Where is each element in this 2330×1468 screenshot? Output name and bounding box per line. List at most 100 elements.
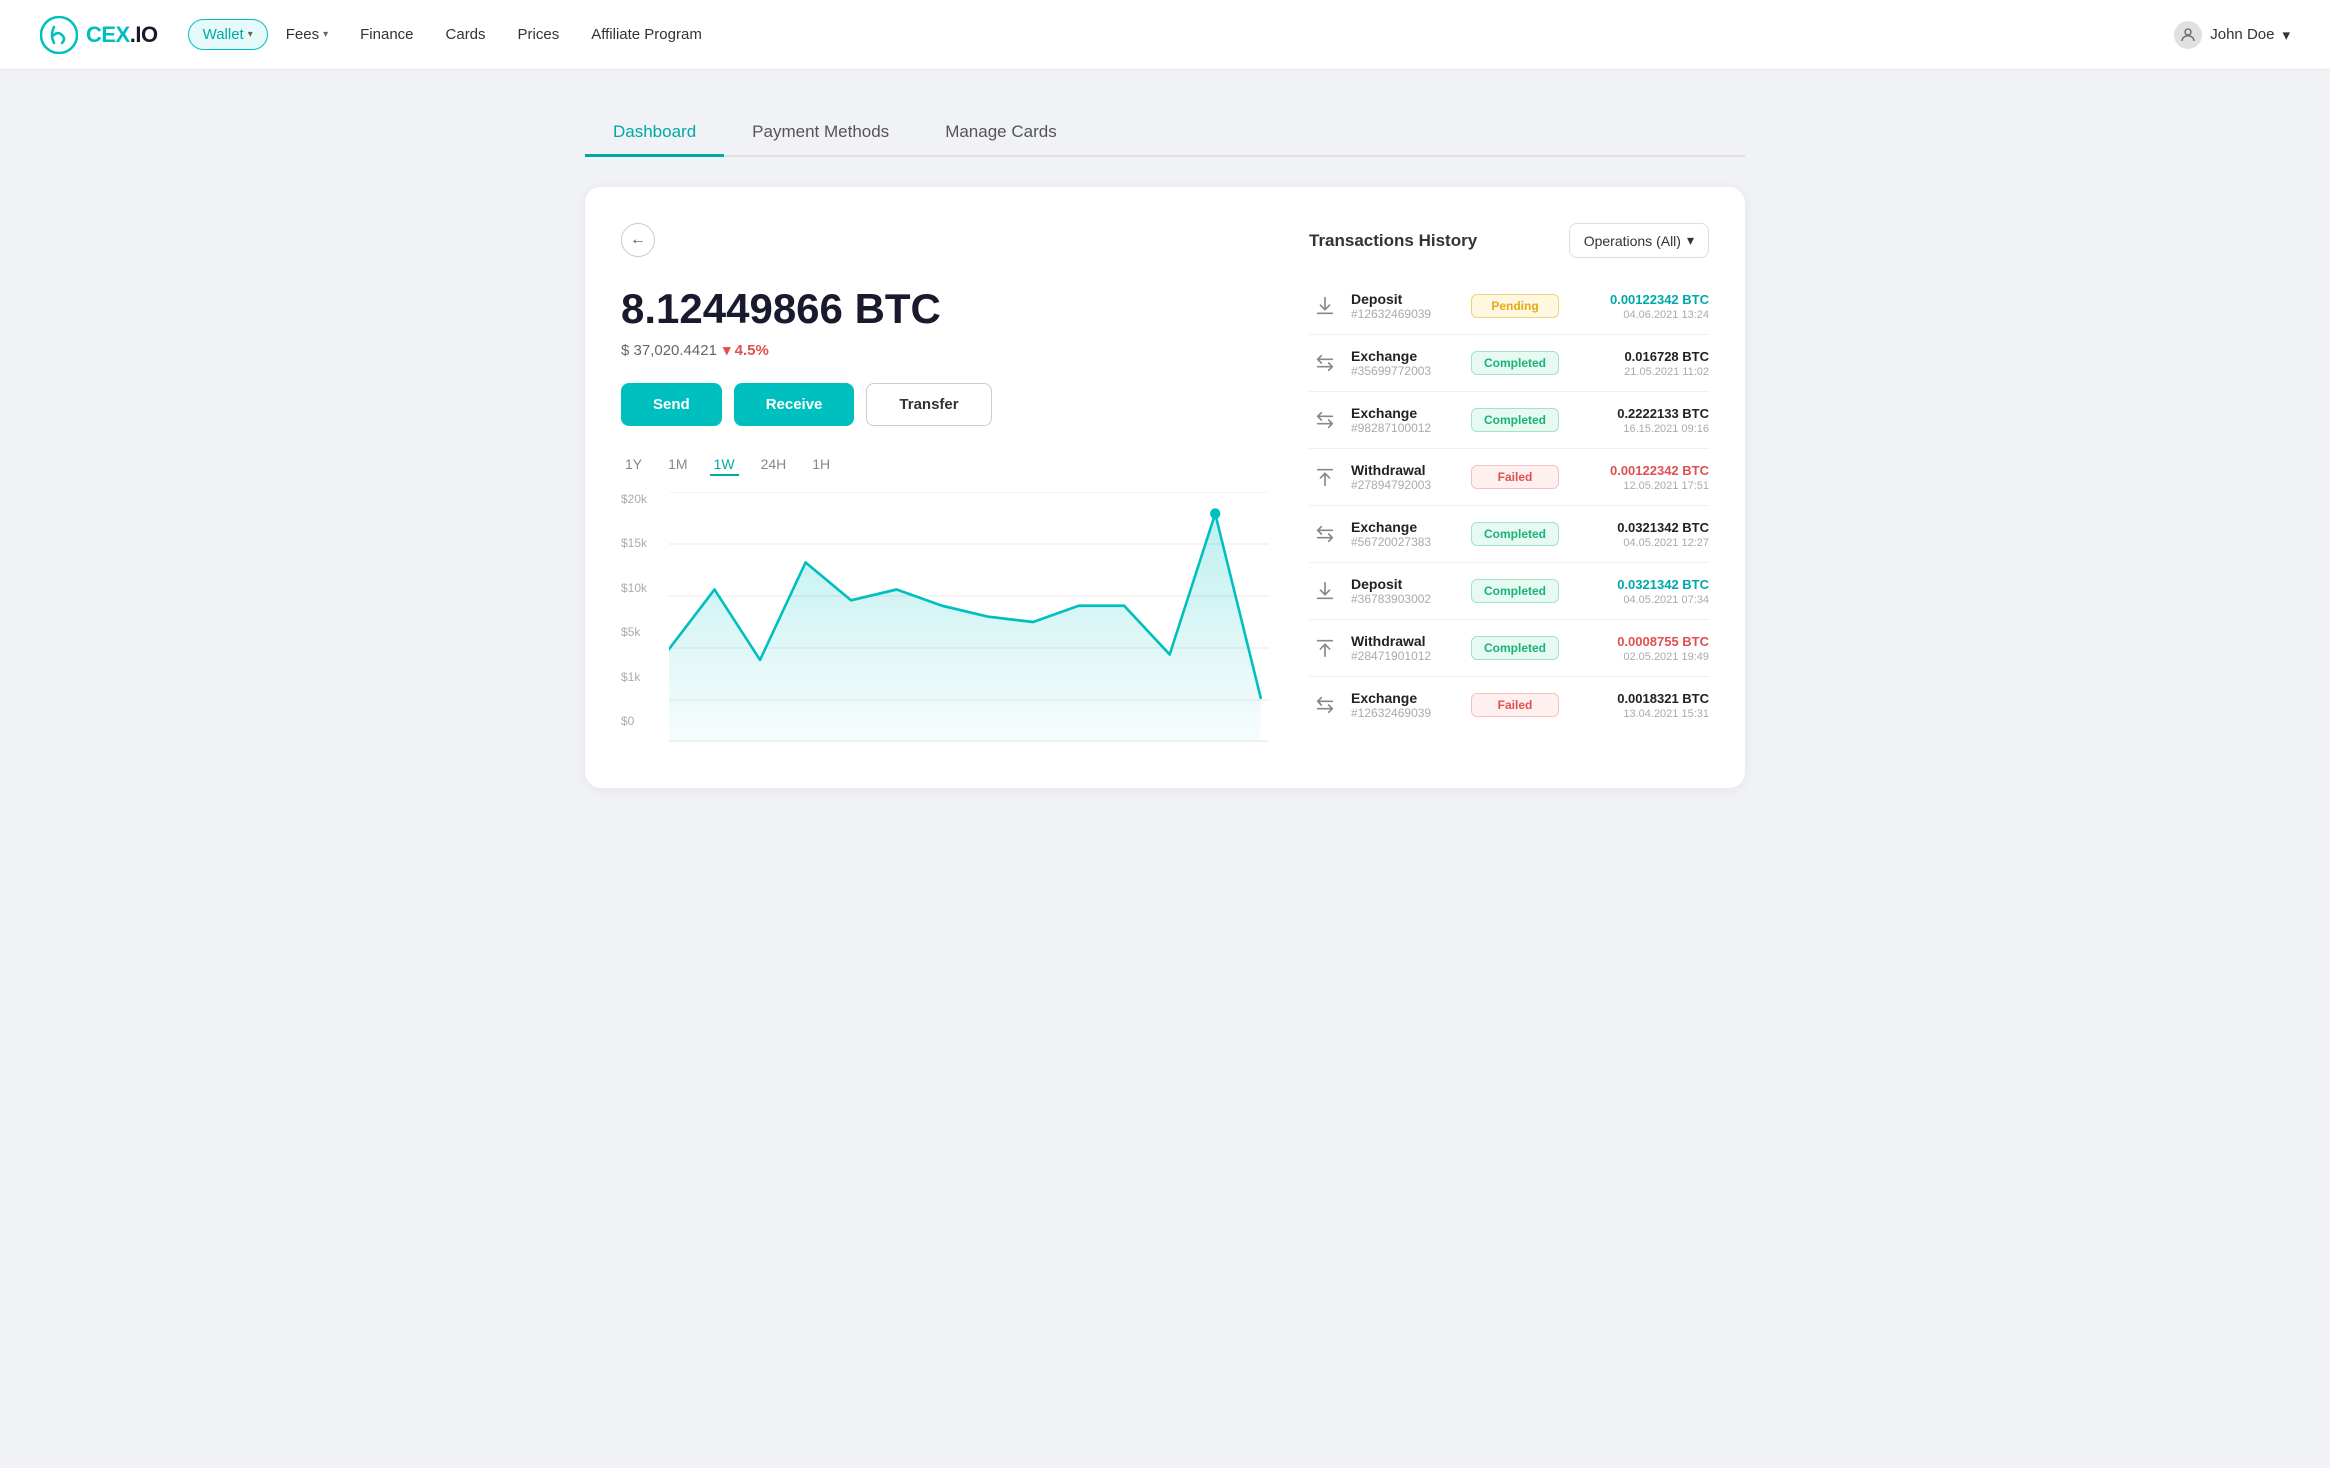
tx-status-badge: Completed [1471,351,1559,375]
tx-status-badge: Completed [1471,522,1559,546]
transaction-item[interactable]: Withdrawal #28471901012 Completed 0.0008… [1309,620,1709,677]
balance-usd: $ 37,020.4421 ▾ 4.5% [621,341,1269,359]
filter-chevron-icon: ▾ [1687,232,1694,249]
tx-type-icon [1309,404,1341,436]
main-card: ← 8.12449866 BTC $ 37,020.4421 ▾ 4.5% Se… [585,187,1745,788]
transactions-title: Transactions History [1309,231,1477,251]
transaction-item[interactable]: Exchange #56720027383 Completed 0.032134… [1309,506,1709,563]
tx-amount-value: 0.2222133 BTC [1569,406,1709,421]
transfer-button[interactable]: Transfer [866,383,991,426]
tx-info: Deposit #12632469039 [1351,291,1461,321]
logo-icon [40,16,78,54]
tx-amount: 0.016728 BTC 21.05.2021 11:02 [1569,349,1709,378]
tx-id: #28471901012 [1351,649,1461,663]
tx-amount: 0.0018321 BTC 13.04.2021 15:31 [1569,691,1709,720]
nav-finance[interactable]: Finance [346,20,427,49]
nav-wallet[interactable]: Wallet ▾ [188,19,268,50]
tx-type-icon [1309,632,1341,664]
tx-id: #98287100012 [1351,421,1461,435]
nav-fees[interactable]: Fees ▾ [272,20,342,49]
tx-type-icon [1309,575,1341,607]
transaction-item[interactable]: Deposit #36783903002 Completed 0.0321342… [1309,563,1709,620]
wallet-chevron-icon: ▾ [248,29,253,40]
tx-type: Exchange [1351,519,1461,535]
tx-amount: 0.0321342 BTC 04.05.2021 12:27 [1569,520,1709,549]
tab-payment-methods[interactable]: Payment Methods [724,110,917,157]
tx-amount: 0.0321342 BTC 04.05.2021 07:34 [1569,577,1709,606]
back-button[interactable]: ← [621,223,655,257]
tx-info: Exchange #35699772003 [1351,348,1461,378]
time-1h[interactable]: 1H [808,454,834,476]
tx-id: #35699772003 [1351,364,1461,378]
page-content: Dashboard Payment Methods Manage Cards ←… [565,70,1765,828]
chart-area: $20k $15k $10k $5k $1k $0 [621,492,1269,752]
tx-date: 13.04.2021 15:31 [1569,708,1709,720]
tx-status-badge: Pending [1471,294,1559,318]
user-chevron-icon: ▾ [2282,26,2290,44]
receive-button[interactable]: Receive [734,383,855,426]
fees-chevron-icon: ▾ [323,29,328,40]
balance-change: ▾ 4.5% [723,341,769,359]
transaction-item[interactable]: Deposit #12632469039 Pending 0.00122342 … [1309,278,1709,335]
tx-status-badge: Completed [1471,579,1559,603]
tx-id: #12632469039 [1351,307,1461,321]
transactions-header: Transactions History Operations (All) ▾ [1309,223,1709,258]
tx-info: Withdrawal #27894792003 [1351,462,1461,492]
send-button[interactable]: Send [621,383,722,426]
back-icon: ← [630,231,646,249]
tx-amount: 0.00122342 BTC 12.05.2021 17:51 [1569,463,1709,492]
tx-status-badge: Completed [1471,408,1559,432]
time-1w[interactable]: 1W [710,454,739,476]
tx-type-icon [1309,461,1341,493]
tab-manage-cards[interactable]: Manage Cards [917,110,1085,157]
time-1y[interactable]: 1Y [621,454,646,476]
transaction-item[interactable]: Exchange #98287100012 Completed 0.222213… [1309,392,1709,449]
filter-dropdown[interactable]: Operations (All) ▾ [1569,223,1709,258]
tx-info: Exchange #56720027383 [1351,519,1461,549]
logo[interactable]: CEX.IO [40,16,158,54]
nav-prices[interactable]: Prices [504,20,574,49]
tx-amount-value: 0.00122342 BTC [1569,292,1709,307]
logo-text: CEX.IO [86,22,158,48]
tx-amount-value: 0.0321342 BTC [1569,577,1709,592]
tx-type: Exchange [1351,348,1461,364]
user-name: John Doe [2210,26,2274,43]
tx-type-icon [1309,290,1341,322]
time-24h[interactable]: 24H [757,454,791,476]
user-menu[interactable]: John Doe ▾ [2174,21,2290,49]
tx-status-badge: Completed [1471,636,1559,660]
transaction-item[interactable]: Exchange #12632469039 Failed 0.0018321 B… [1309,677,1709,733]
tx-amount: 0.2222133 BTC 16.15.2021 09:16 [1569,406,1709,435]
tx-date: 21.05.2021 11:02 [1569,366,1709,378]
tx-type: Exchange [1351,690,1461,706]
tx-amount-value: 0.0018321 BTC [1569,691,1709,706]
tx-id: #12632469039 [1351,706,1461,720]
tx-amount: 0.0008755 BTC 02.05.2021 19:49 [1569,634,1709,663]
tx-type: Deposit [1351,576,1461,592]
tx-type: Withdrawal [1351,633,1461,649]
tx-date: 04.05.2021 07:34 [1569,594,1709,606]
filter-label: Operations (All) [1584,233,1681,249]
tx-info: Exchange #98287100012 [1351,405,1461,435]
transaction-item[interactable]: Withdrawal #27894792003 Failed 0.0012234… [1309,449,1709,506]
tx-info: Deposit #36783903002 [1351,576,1461,606]
tx-type-icon [1309,689,1341,721]
tx-id: #56720027383 [1351,535,1461,549]
tabs: Dashboard Payment Methods Manage Cards [585,110,1745,157]
navbar: CEX.IO Wallet ▾ Fees ▾ Finance Cards Pri… [0,0,2330,70]
tx-info: Withdrawal #28471901012 [1351,633,1461,663]
tx-type-icon [1309,518,1341,550]
tx-date: 16.15.2021 09:16 [1569,423,1709,435]
user-avatar-icon [2174,21,2202,49]
tx-id: #27894792003 [1351,478,1461,492]
nav-cards[interactable]: Cards [432,20,500,49]
transaction-item[interactable]: Exchange #35699772003 Completed 0.016728… [1309,335,1709,392]
nav-affiliate[interactable]: Affiliate Program [577,20,716,49]
left-panel: ← 8.12449866 BTC $ 37,020.4421 ▾ 4.5% Se… [621,223,1269,752]
time-1m[interactable]: 1M [664,454,691,476]
tx-status-badge: Failed [1471,465,1559,489]
tab-dashboard[interactable]: Dashboard [585,110,724,157]
tx-amount-value: 0.0321342 BTC [1569,520,1709,535]
chart-y-labels: $20k $15k $10k $5k $1k $0 [621,492,665,728]
action-buttons: Send Receive Transfer [621,383,1269,426]
